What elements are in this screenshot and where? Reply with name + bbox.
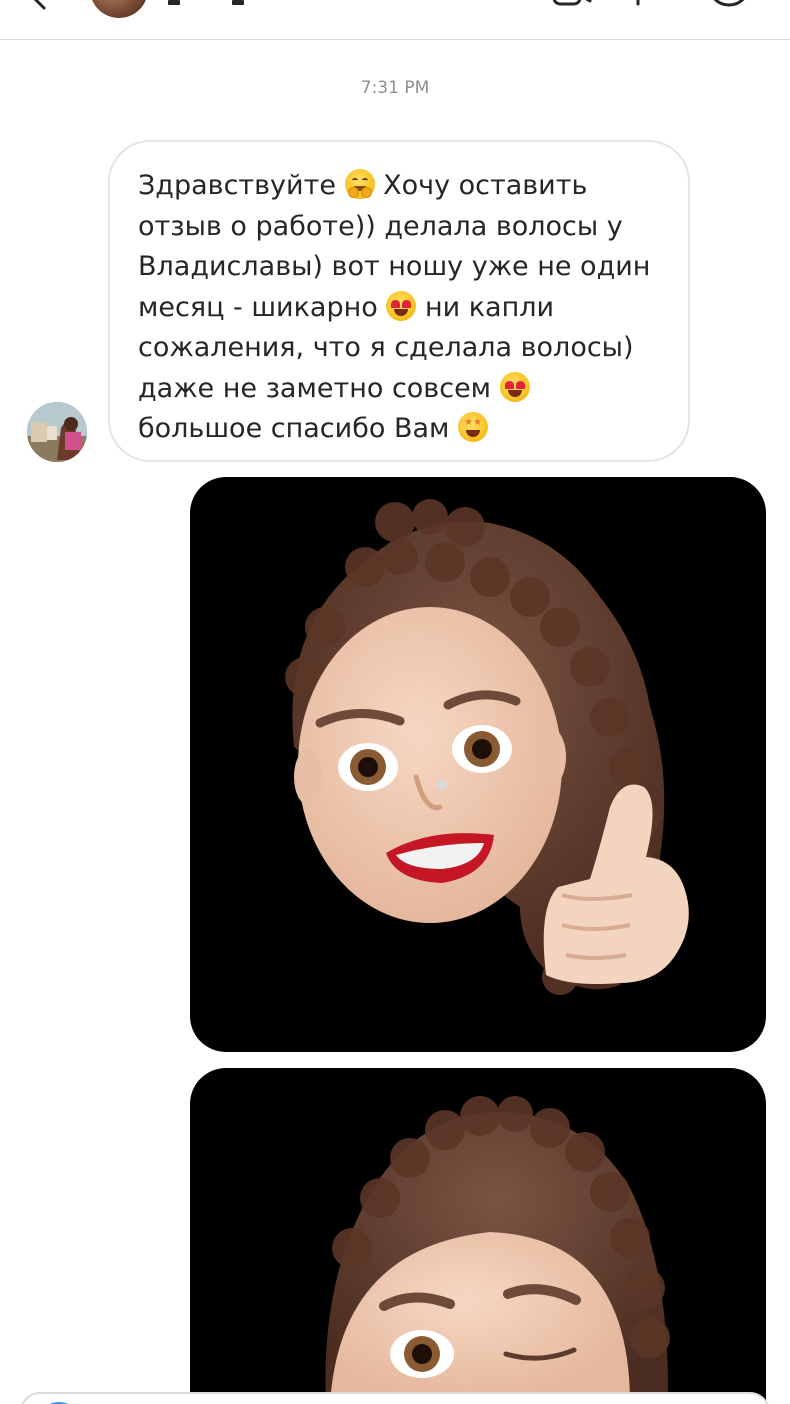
- username-fragment[interactable]: [232, 0, 244, 5]
- memoji-thumbs-up-image[interactable]: [190, 477, 766, 1052]
- message-text: отзыв о работе)) делала волосы у: [138, 210, 623, 242]
- star-struck-emoji-icon: [457, 412, 488, 442]
- received-message-bubble[interactable]: Здравствуйте Хочу оставить отзыв о работ…: [108, 140, 690, 462]
- header-avatar[interactable]: [90, 0, 148, 18]
- info-icon[interactable]: [624, 0, 652, 8]
- memoji-thumbs-up-illustration: [285, 499, 689, 995]
- message-line: Владиславы) вот ношу уже не один: [138, 247, 660, 288]
- message-text: сожаления, что я сделала волосы): [138, 332, 634, 363]
- message-line: Здравствуйте Хочу оставить: [138, 166, 660, 207]
- memoji-wink-image[interactable]: [190, 1068, 766, 1404]
- message-line: даже не заметно совсем: [138, 369, 660, 410]
- message-text: ни капли: [416, 291, 555, 323]
- hugging-face-emoji-icon: [344, 169, 375, 199]
- message-text: Здравствуйте: [138, 170, 345, 201]
- message-line: отзыв о работе)) делала волосы у: [138, 207, 660, 248]
- message-line: сожаления, что я сделала волосы): [138, 328, 660, 369]
- sender-avatar[interactable]: [27, 402, 87, 462]
- message-timestamp: 7:31 PM: [360, 78, 430, 98]
- message-line: большое спасибо Вам: [138, 409, 660, 450]
- message-text: месяц - шикарно: [138, 291, 387, 323]
- message-text: даже не заметно совсем: [138, 372, 500, 404]
- message-text: Хочу оставить: [374, 170, 588, 201]
- memoji-wink-illustration: [325, 1096, 670, 1404]
- video-camera-icon[interactable]: [552, 0, 592, 8]
- message-line: месяц - шикарно ни капли: [138, 288, 660, 329]
- chevron-left-icon[interactable]: [18, 0, 58, 14]
- message-text: большое спасибо Вам: [138, 413, 458, 444]
- heart-eyes-emoji-icon: [499, 371, 530, 402]
- phone-icon[interactable]: [704, 0, 754, 10]
- message-text: Владиславы) вот ношу уже не один: [138, 251, 651, 282]
- chat-header: [0, 0, 790, 40]
- heart-eyes-emoji-icon: [386, 290, 417, 321]
- message-composer[interactable]: [20, 1392, 770, 1404]
- username-fragment[interactable]: [168, 0, 180, 5]
